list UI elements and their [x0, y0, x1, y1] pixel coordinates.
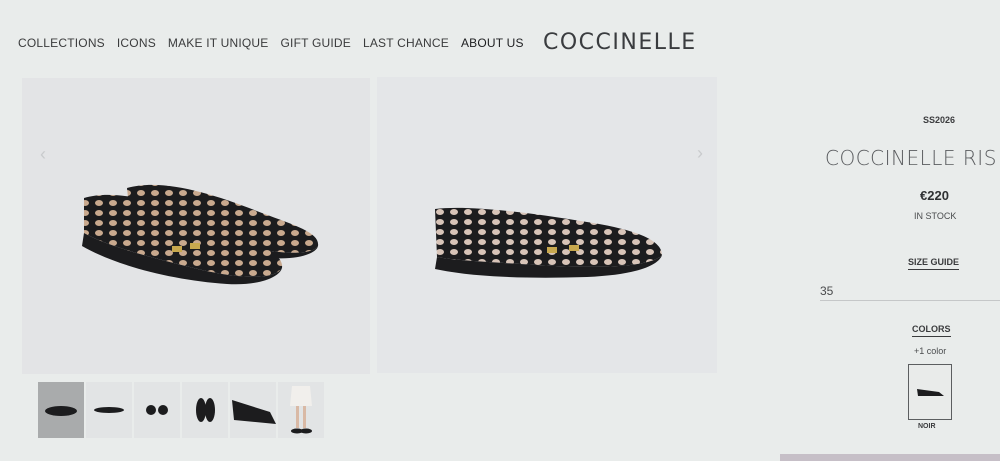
- product-name: COCCINELLE RIS: [825, 146, 997, 170]
- brand-logo[interactable]: COCCINELLE: [543, 30, 697, 55]
- nav-about-us[interactable]: ABOUT US: [461, 36, 524, 50]
- colors-label: COLORS: [912, 324, 951, 337]
- thumbnail[interactable]: [278, 382, 324, 438]
- nav-collections[interactable]: COLLECTIONS: [18, 36, 105, 50]
- thumbnail[interactable]: [134, 382, 180, 438]
- product-image-single[interactable]: ›: [377, 77, 717, 373]
- shoe-pair-illustration: [82, 184, 319, 285]
- stock-status: IN STOCK: [914, 211, 957, 221]
- swatch-label: NOIR: [918, 423, 936, 430]
- main-nav: COLLECTIONS ICONS MAKE IT UNIQUE GIFT GU…: [18, 36, 524, 50]
- thumbnail[interactable]: [182, 382, 228, 438]
- shoe-swatch-icon: [917, 389, 944, 396]
- size-divider: [820, 300, 1000, 301]
- next-arrow-icon[interactable]: ›: [697, 143, 703, 164]
- size-guide-link[interactable]: SIZE GUIDE: [908, 257, 960, 270]
- thumbnail-strip: [38, 382, 324, 438]
- color-swatch-noir[interactable]: [908, 364, 952, 420]
- bottom-bar: [780, 454, 1000, 461]
- nav-make-it-unique[interactable]: MAKE IT UNIQUE: [168, 36, 269, 50]
- thumbnail[interactable]: [230, 382, 276, 438]
- prev-arrow-icon[interactable]: ‹: [40, 144, 46, 165]
- nav-gift-guide[interactable]: GIFT GUIDE: [281, 36, 351, 50]
- nav-icons[interactable]: ICONS: [117, 36, 156, 50]
- size-select[interactable]: 35: [820, 284, 833, 298]
- season-label: SS2026: [923, 115, 956, 125]
- more-colors-text: +1 color: [914, 346, 947, 356]
- nav-last-chance[interactable]: LAST CHANCE: [363, 36, 449, 50]
- thumbnail[interactable]: [38, 382, 84, 438]
- product-price: €220: [920, 188, 949, 203]
- product-details: SS2026 COCCINELLE RIS €220 IN STOCK SIZE…: [780, 0, 1000, 461]
- thumbnail[interactable]: [86, 382, 132, 438]
- shoe-side-illustration: [435, 207, 662, 278]
- product-image-pair[interactable]: ‹: [22, 78, 370, 374]
